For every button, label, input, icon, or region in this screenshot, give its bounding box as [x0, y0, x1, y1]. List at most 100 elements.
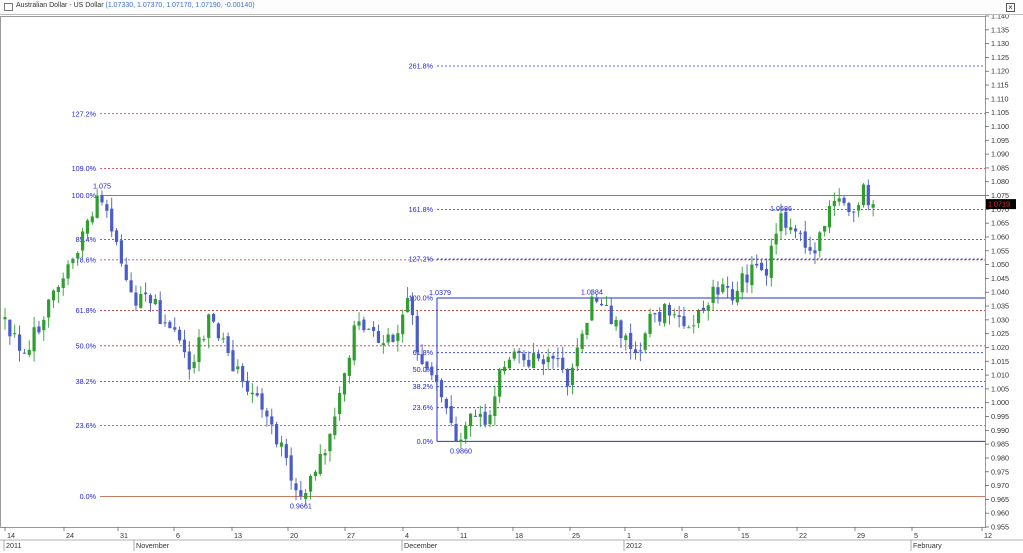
- candle-body: [706, 305, 710, 311]
- candle-body: [362, 319, 366, 331]
- candle-body: [832, 200, 836, 207]
- candle-body: [95, 195, 99, 218]
- candle-body: [420, 354, 424, 365]
- time-period-label: 2012: [626, 541, 642, 550]
- price-tick-label: 1.100: [991, 122, 1009, 131]
- candle-body: [415, 315, 419, 353]
- candle-body: [42, 319, 46, 331]
- candle-body: [381, 343, 385, 346]
- candle-body: [599, 303, 604, 306]
- candle-body: [81, 231, 85, 251]
- time-tick-label: 13: [234, 531, 242, 540]
- candle-body: [32, 327, 36, 352]
- close-chart-button[interactable]: ×: [1006, 3, 1015, 12]
- candle-body: [85, 220, 90, 234]
- candle-body: [551, 355, 555, 359]
- price-tick-label: 1.115: [991, 81, 1008, 90]
- candle-body: [667, 304, 672, 316]
- time-tick-label: 8: [684, 531, 688, 540]
- candle-body: [342, 373, 347, 395]
- candle-body: [313, 471, 317, 477]
- price-tick-label: 1.055: [991, 246, 1009, 255]
- fib-level-label: 50.0%: [76, 341, 97, 350]
- candle-body: [624, 335, 628, 341]
- candle-body: [410, 296, 414, 316]
- price-chart[interactable]: 161.8%127.2%109.0%100.0%85.4%78.6%61.8%5…: [0, 0, 1023, 553]
- candle-body: [279, 442, 284, 447]
- candle-body: [318, 453, 322, 475]
- candle-body: [619, 320, 623, 339]
- candle-body: [8, 319, 12, 337]
- chart-title: Australian Dollar - US Dollar (1.07330, …: [16, 2, 255, 9]
- price-tick-label: 1.090: [991, 150, 1009, 159]
- candle-body: [66, 264, 70, 279]
- candle-body: [473, 415, 478, 417]
- candle-body: [663, 304, 667, 324]
- candle-body: [735, 290, 739, 303]
- candle-body: [357, 321, 361, 326]
- fib-level-label: 109.0%: [72, 164, 97, 173]
- price-tick-label: 0.995: [991, 412, 1009, 421]
- time-tick-label: 27: [347, 531, 355, 540]
- candle-body: [454, 423, 458, 442]
- candle-body: [449, 406, 453, 423]
- fib2-level-label: 161.8%: [409, 205, 434, 214]
- price-tick-label: 0.990: [991, 426, 1009, 435]
- candle-body: [493, 396, 497, 416]
- price-tick-label: 0.965: [991, 495, 1009, 504]
- price-tick-label: 1.065: [991, 219, 1009, 228]
- candle-body: [221, 338, 225, 340]
- candle-body: [609, 305, 613, 324]
- candle-body: [207, 314, 211, 338]
- price-tick-label: 1.020: [991, 343, 1009, 352]
- candle-body: [439, 380, 444, 398]
- price-tick-label: 1.095: [991, 136, 1009, 145]
- price-tick-label: 0.960: [991, 509, 1009, 518]
- candle-body: [692, 325, 696, 327]
- candle-body: [561, 357, 565, 370]
- candle-body: [556, 358, 560, 360]
- candle-body: [857, 205, 861, 211]
- candle-body: [745, 274, 749, 283]
- price-tick-label: 1.080: [991, 177, 1009, 186]
- candle-body: [566, 368, 570, 387]
- candle-body: [168, 321, 172, 329]
- candle-body: [784, 211, 788, 228]
- chart-title-bar: Australian Dollar - US Dollar (1.07330, …: [0, 0, 1023, 15]
- price-tick-label: 1.010: [991, 371, 1009, 380]
- candle-body: [391, 334, 395, 342]
- candle-body: [498, 369, 502, 397]
- candle-body: [71, 258, 75, 264]
- price-tick-label: 1.025: [991, 329, 1009, 338]
- candle-body: [827, 206, 832, 228]
- current-price-label: 1.0719: [988, 200, 1010, 209]
- candle-body: [405, 298, 410, 313]
- candle-body: [347, 357, 351, 376]
- price-tick-label: 1.030: [991, 315, 1009, 324]
- price-tick-label: 1.045: [991, 274, 1009, 283]
- candle-body: [425, 361, 429, 369]
- candle-body: [158, 300, 162, 324]
- candle-body: [376, 331, 381, 343]
- candle-body: [701, 307, 705, 311]
- peak-label: 1.0384: [581, 288, 603, 297]
- candle-body: [105, 204, 109, 211]
- candle-body: [250, 392, 254, 395]
- candle-body: [861, 184, 866, 206]
- fib2-level-label: 127.2%: [409, 255, 434, 264]
- candle-body: [148, 295, 153, 304]
- candle-body: [643, 333, 647, 350]
- chart-window-icon[interactable]: [4, 3, 13, 11]
- candle-body: [696, 310, 701, 324]
- price-tick-label: 1.000: [991, 398, 1009, 407]
- candle-body: [871, 204, 875, 208]
- candle-body: [245, 380, 250, 392]
- candle-body: [328, 433, 332, 452]
- time-tick-label: 4: [405, 531, 409, 540]
- price-tick-label: 1.120: [991, 67, 1009, 76]
- candle-body: [818, 232, 822, 252]
- fib2-level-label: 38.2%: [413, 382, 434, 391]
- time-tick-label: 11: [460, 531, 467, 540]
- fib-level-label: 0.0%: [80, 492, 97, 501]
- candle-body: [61, 278, 65, 288]
